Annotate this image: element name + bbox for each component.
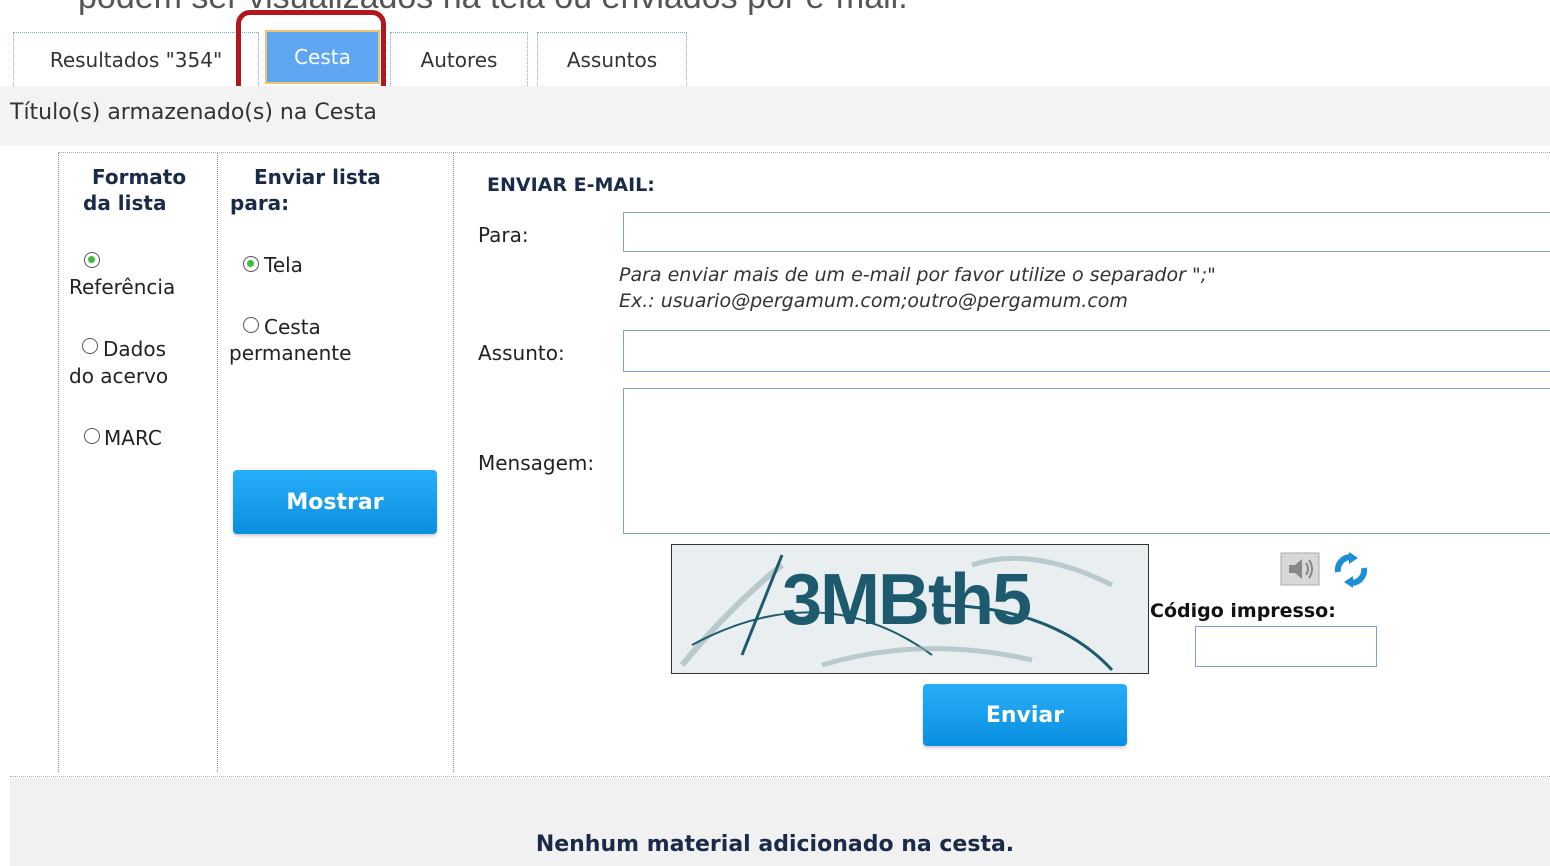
format-referencia-label: Referência [69, 275, 176, 299]
email-hint-2: Ex.: usuario@pergamum.com;outro@pergamum… [619, 290, 1128, 312]
captcha-text: 3MBth5 [782, 560, 1032, 640]
email-hint-1: Para enviar mais de um e-mail por favor … [619, 264, 1216, 286]
subject-field[interactable] [623, 330, 1550, 372]
to-label: Para: [478, 223, 529, 247]
refresh-icon[interactable] [1332, 552, 1370, 588]
sendto-tela-radio[interactable] [243, 256, 259, 272]
divider [58, 152, 59, 772]
audio-icon[interactable] [1280, 552, 1320, 586]
mostrar-button[interactable]: Mostrar [233, 470, 437, 534]
email-heading: ENVIAR E-MAIL: [487, 174, 655, 196]
sendto-heading-2: para: [230, 191, 290, 215]
format-heading-1: Formato [92, 165, 187, 189]
format-dados-label: Dados [103, 337, 167, 361]
captcha-image: 3MBth5 [671, 544, 1149, 674]
enviar-button[interactable]: Enviar [923, 684, 1127, 746]
sendto-cesta-label: Cesta [264, 315, 321, 339]
top-caption: podem ser visualizados na tela ou enviad… [78, 0, 908, 17]
divider [453, 152, 454, 772]
captcha-code-field[interactable] [1195, 626, 1377, 667]
sendto-cesta-radio[interactable] [243, 317, 259, 333]
format-referencia-radio[interactable] [84, 252, 100, 268]
page-title: Título(s) armazenado(s) na Cesta [10, 100, 377, 125]
message-label: Mensagem: [478, 451, 595, 475]
captcha-code-label: Código impresso: [1150, 600, 1336, 622]
message-textarea[interactable] [623, 388, 1550, 534]
divider [58, 152, 1550, 153]
format-marc-label: MARC [104, 426, 162, 450]
tab-assuntos[interactable]: Assuntos [537, 32, 687, 86]
subject-label: Assunto: [478, 341, 565, 365]
format-dados-radio[interactable] [82, 338, 98, 354]
tab-resultados[interactable]: Resultados "354" [13, 32, 259, 86]
format-marc-radio[interactable] [84, 428, 100, 444]
format-heading-2: da lista [83, 191, 167, 215]
empty-basket-message: Nenhum material adicionado na cesta. [535, 832, 1015, 857]
format-dados-label-2: do acervo [69, 364, 169, 388]
tab-autores[interactable]: Autores [390, 32, 528, 86]
divider [217, 152, 218, 772]
sendto-tela-label: Tela [264, 253, 303, 277]
sendto-cesta-label-2: permanente [229, 341, 352, 365]
sendto-heading-1: Enviar lista [254, 165, 381, 189]
to-field[interactable] [623, 212, 1550, 252]
